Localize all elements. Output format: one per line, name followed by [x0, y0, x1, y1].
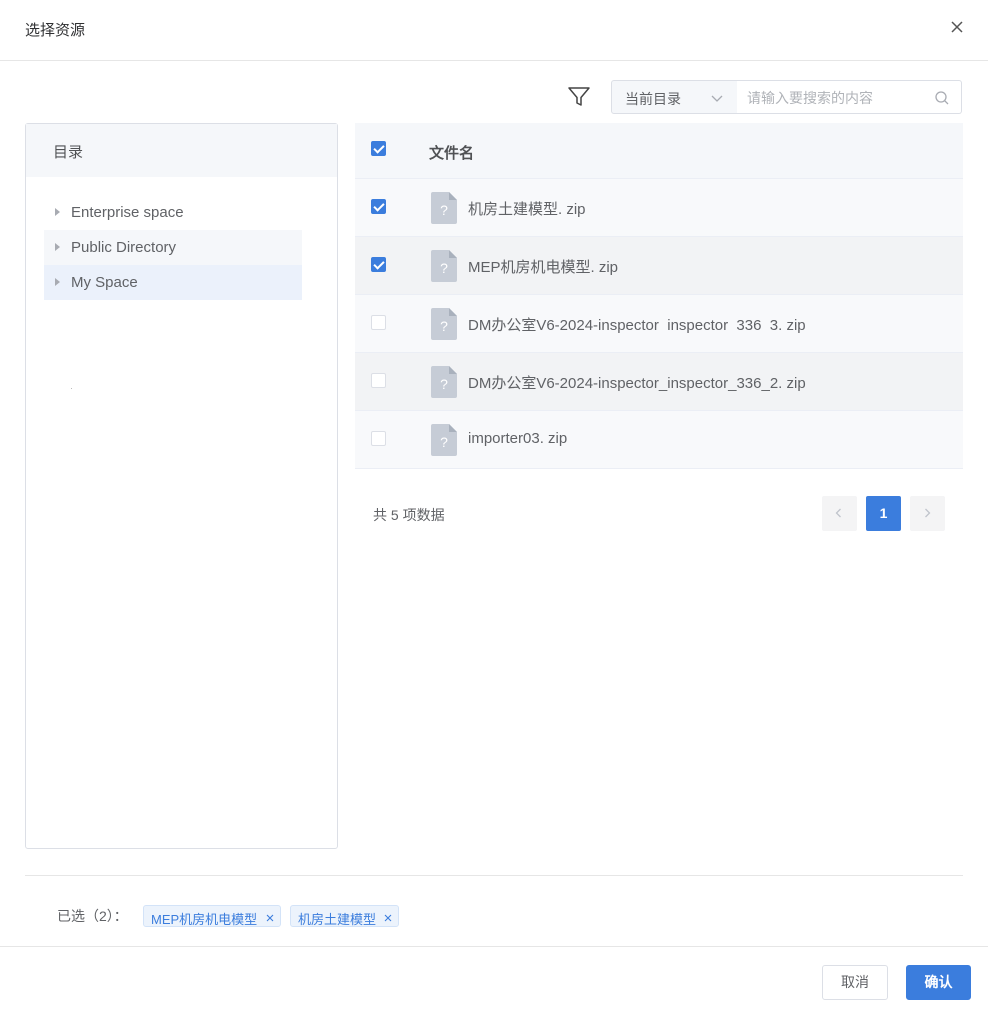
selected-tag-label: 机房土建模型 — [298, 912, 377, 927]
prev-page-button[interactable] — [822, 496, 857, 531]
caret-right-icon[interactable] — [55, 243, 60, 251]
file-name[interactable]: 机房土建模型. zip — [468, 198, 586, 219]
unknown-file-icon: ? — [431, 308, 457, 340]
dialog-title: 选择资源 — [25, 22, 86, 39]
selected-count-label: 已选（2）： — [57, 908, 128, 924]
row-checkbox[interactable] — [371, 315, 386, 330]
tree-item-label: Enterprise space — [71, 204, 184, 221]
confirm-button[interactable]: 确认 — [906, 965, 971, 1000]
row-checkbox[interactable] — [371, 199, 386, 214]
unknown-file-icon: ? — [431, 250, 457, 282]
chevron-left-icon — [835, 508, 841, 518]
decorative-dot — [71, 388, 72, 389]
caret-right-icon[interactable] — [55, 278, 60, 286]
tree-header-label: 目录 — [53, 144, 84, 161]
filter-icon[interactable] — [566, 84, 592, 110]
row-checkbox[interactable] — [371, 431, 386, 446]
cancel-button[interactable]: 取消 — [822, 965, 888, 1000]
scope-select[interactable]: 当前目录 — [611, 80, 738, 114]
search-box — [737, 80, 962, 114]
next-page-button[interactable] — [910, 496, 945, 531]
select-all-checkbox[interactable] — [371, 141, 386, 156]
page-number-current[interactable]: 1 — [866, 496, 901, 531]
chevron-right-icon — [925, 508, 931, 518]
column-header-filename: 文件名 — [429, 145, 475, 162]
svg-text:?: ? — [440, 318, 448, 334]
file-name[interactable]: MEP机房机电模型. zip — [468, 256, 618, 277]
remove-tag-icon[interactable] — [383, 911, 393, 922]
unknown-file-icon: ? — [431, 366, 457, 398]
chevron-down-icon — [710, 91, 724, 105]
svg-text:?: ? — [440, 202, 448, 218]
tree-header: 目录 — [26, 124, 337, 177]
file-name[interactable]: importer03. zip — [468, 430, 567, 447]
dialog-header: 选择资源 — [0, 0, 988, 61]
search-icon[interactable] — [934, 90, 950, 106]
total-count: 共 5 项数据 — [373, 507, 445, 523]
tree-item-label: Public Directory — [71, 239, 177, 256]
divider — [25, 875, 963, 876]
selected-tag-label: MEP机房机电模型 — [151, 912, 258, 927]
remove-tag-icon[interactable] — [265, 911, 275, 922]
row-checkbox[interactable] — [371, 373, 386, 388]
table-row[interactable]: ? MEP机房机电模型. zip — [355, 237, 963, 295]
table-row[interactable]: ? importer03. zip — [355, 411, 963, 469]
table-row[interactable]: ? DM办公室V6-2024-inspector_inspector_336_2… — [355, 353, 963, 411]
scope-select-value: 当前目录 — [625, 91, 681, 107]
tree-item-label: My Space — [71, 274, 138, 291]
tree-item-public-directory[interactable]: Public Directory — [44, 230, 302, 265]
svg-text:?: ? — [440, 376, 448, 392]
tree-item-my-space[interactable]: My Space — [44, 265, 302, 300]
unknown-file-icon: ? — [431, 424, 457, 456]
selected-tag: 机房土建模型 — [290, 905, 399, 927]
close-icon[interactable] — [947, 17, 967, 37]
svg-text:?: ? — [440, 260, 448, 276]
directory-tree-panel: 目录 Enterprise space Public Directory My … — [25, 123, 338, 849]
file-name[interactable]: DM办公室V6-2024-inspector inspector 336 3. … — [468, 314, 806, 335]
table-row[interactable]: ? 机房土建模型. zip — [355, 179, 963, 237]
table-row[interactable]: ? DM办公室V6-2024-inspector inspector 336 3… — [355, 295, 963, 353]
table-header: 文件名 — [355, 123, 963, 179]
tree-item-enterprise-space[interactable]: Enterprise space — [44, 195, 302, 230]
file-name[interactable]: DM办公室V6-2024-inspector_inspector_336_2. … — [468, 372, 806, 393]
unknown-file-icon: ? — [431, 192, 457, 224]
search-input[interactable] — [747, 88, 927, 108]
selected-tag: MEP机房机电模型 — [143, 905, 281, 927]
svg-text:?: ? — [440, 434, 448, 450]
caret-right-icon[interactable] — [55, 208, 60, 216]
row-checkbox[interactable] — [371, 257, 386, 272]
